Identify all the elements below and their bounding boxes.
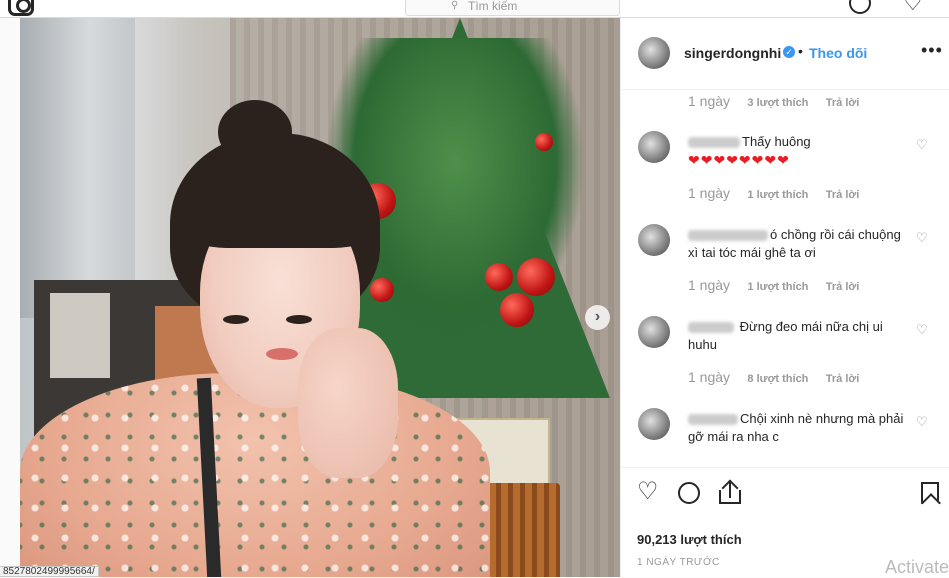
comment-time: 1 ngày: [688, 185, 731, 201]
ornament: [370, 278, 394, 302]
comment-meta: 1 ngày 1 lượt thích Trả lời: [688, 277, 859, 293]
next-photo-button[interactable]: ›: [585, 305, 610, 330]
post-header: singerdongnhi ✓ • Theo dõi •••: [621, 18, 949, 90]
eye: [223, 315, 249, 324]
comment-meta: 1 ngày 8 lượt thích Trả lời: [688, 369, 859, 385]
post-time: 1 NGÀY TRƯỚC: [637, 557, 720, 568]
reply-button[interactable]: Trả lời: [826, 97, 860, 109]
comment-text: Thấy huông: [742, 134, 811, 149]
ornament: [485, 263, 513, 291]
comment-time: 1 ngày: [688, 277, 731, 293]
eye: [286, 315, 312, 324]
likes-count[interactable]: 90,213 lượt thích: [637, 532, 742, 547]
reply-button[interactable]: Trả lời: [826, 189, 860, 201]
share-icon[interactable]: [719, 479, 741, 504]
hair-bangs: [190, 178, 370, 248]
comment-like-icon[interactable]: ♡: [916, 230, 928, 246]
comment-likes[interactable]: 1 lượt thích: [747, 281, 808, 293]
activate-watermark: Activate: [885, 557, 949, 577]
search-icon: ⚲: [451, 0, 459, 11]
author-username[interactable]: singerdongnhi: [684, 45, 781, 61]
hand: [298, 328, 398, 478]
separator-dot: •: [798, 43, 803, 59]
comment-text-block: ó chồng rồi cái chuộng xì tai tóc mái gh…: [688, 226, 908, 262]
ornament: [517, 258, 555, 296]
reply-button[interactable]: Trả lời: [826, 373, 860, 385]
comment-text-block: Thấy huông ❤❤❤❤❤❤❤❤: [688, 133, 908, 170]
photo-pillar: [20, 18, 135, 318]
post-photo: ›: [20, 18, 620, 577]
commenter-avatar[interactable]: [638, 408, 670, 440]
blurred-username: [688, 137, 740, 149]
blurred-username: [688, 414, 738, 426]
comment-bubble-icon[interactable]: [678, 482, 700, 504]
lips: [266, 348, 298, 360]
explore-compass-icon[interactable]: [849, 0, 871, 14]
more-options-icon[interactable]: •••: [921, 40, 943, 61]
reply-button[interactable]: Trả lời: [826, 281, 860, 293]
commenter-avatar[interactable]: [638, 316, 670, 348]
status-url-bar: 8527802499995664/: [0, 566, 99, 577]
comment-likes[interactable]: 8 lượt thích: [747, 373, 808, 385]
ornament: [535, 133, 553, 151]
post-side-panel: singerdongnhi ✓ • Theo dõi ••• 1 ngày 3 …: [620, 18, 949, 577]
follow-button[interactable]: Theo dõi: [809, 45, 867, 61]
comment-like-icon[interactable]: ♡: [916, 137, 928, 153]
verified-badge-icon: ✓: [783, 46, 795, 58]
author-avatar[interactable]: [638, 37, 670, 69]
ornament: [500, 293, 534, 327]
comment-like-icon[interactable]: ♡: [916, 322, 928, 338]
search-input[interactable]: ⚲ Tìm kiếm: [405, 0, 620, 16]
comment-likes[interactable]: 1 lượt thích: [747, 189, 808, 201]
activity-heart-icon[interactable]: ♡: [903, 0, 923, 14]
comment-time: 1 ngày: [688, 369, 731, 385]
blurred-username: [688, 322, 734, 334]
comment-meta: 1 ngày 3 lượt thích Trả lời: [688, 93, 859, 109]
comment-likes[interactable]: 3 lượt thích: [747, 97, 808, 109]
commenter-avatar[interactable]: [638, 131, 670, 163]
search-placeholder: Tìm kiếm: [468, 0, 518, 13]
comment-like-icon[interactable]: ♡: [916, 414, 928, 430]
comments-list[interactable]: 1 ngày 3 lượt thích Trả lời Thấy huông ❤…: [621, 91, 949, 467]
bookmark-icon[interactable]: [921, 482, 939, 504]
commenter-avatar[interactable]: [638, 224, 670, 256]
photo-book: [50, 293, 110, 378]
comment-text-block: Chội xinh nè nhưng mà phải gỡ mái ra nha…: [688, 410, 908, 446]
like-heart-icon[interactable]: ♡: [637, 480, 659, 504]
top-nav-bar: ⚲ Tìm kiếm ♡: [0, 0, 949, 18]
instagram-logo-icon[interactable]: [8, 0, 34, 16]
heart-emojis: ❤❤❤❤❤❤❤❤: [688, 152, 790, 168]
comment-text-block: Đừng đeo mái nữa chị ui huhu: [688, 318, 908, 354]
comment-time: 1 ngày: [688, 93, 731, 109]
comment-meta: 1 ngày 1 lượt thích Trả lời: [688, 185, 859, 201]
blurred-username: [688, 230, 768, 242]
